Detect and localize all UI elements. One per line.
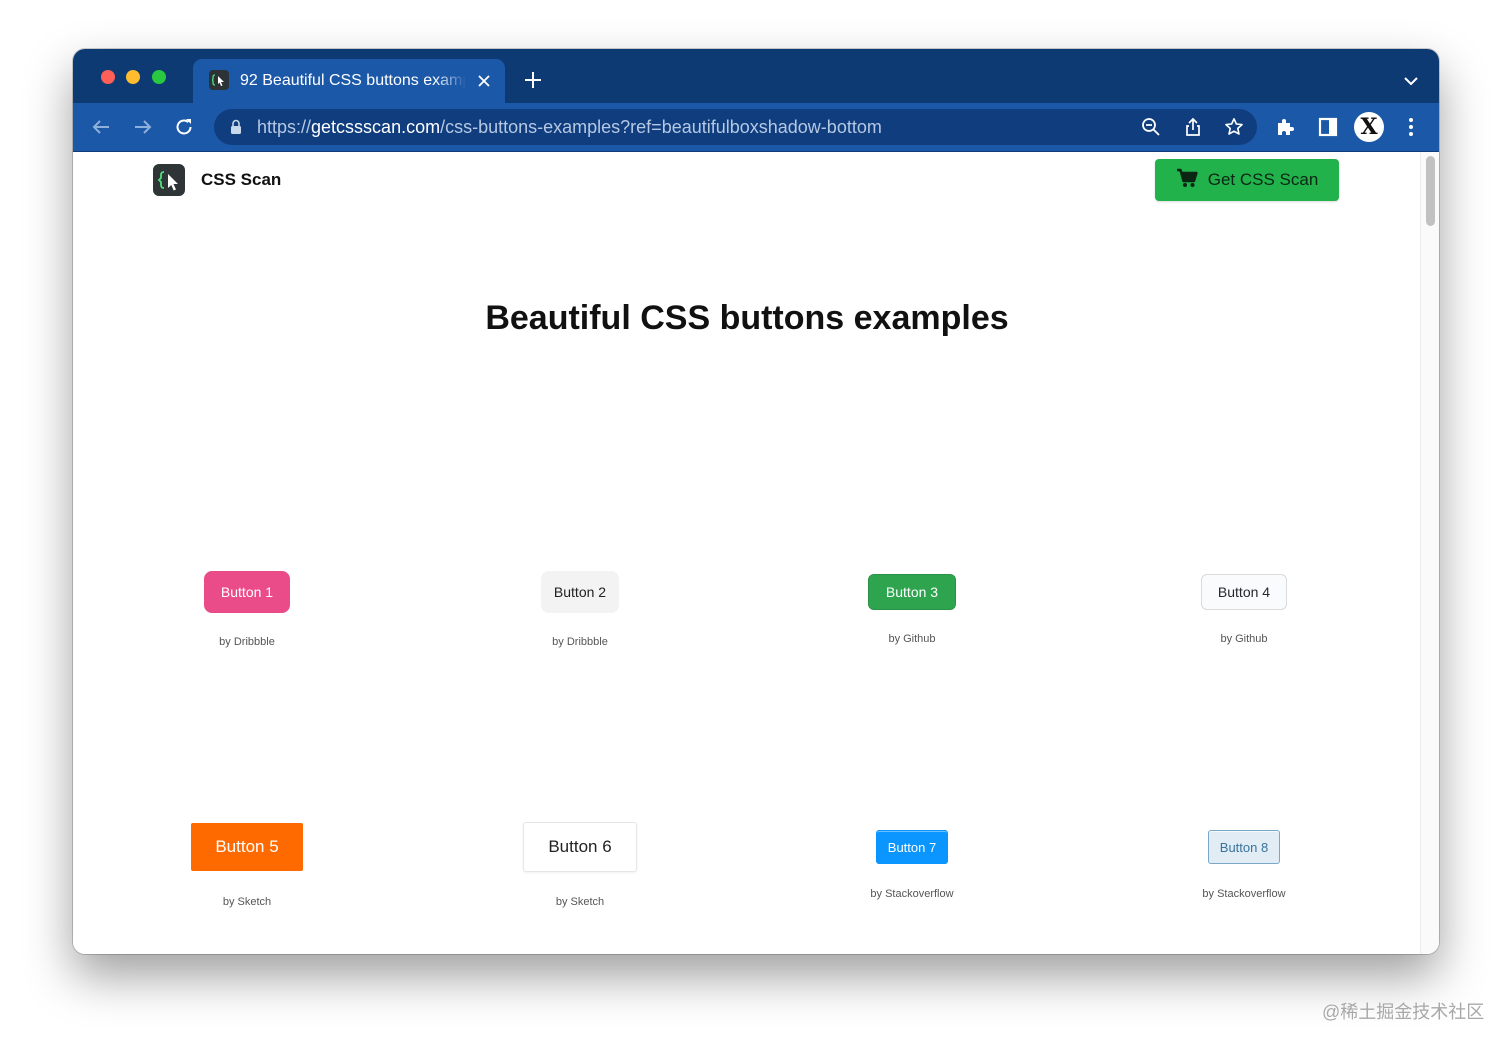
tab-close-icon[interactable]: [474, 71, 494, 91]
zoom-window-button[interactable]: [152, 70, 166, 84]
watermark-text: @稀土掘金技术社区: [1322, 1002, 1485, 1022]
forward-arrow-icon[interactable]: [131, 115, 155, 139]
profile-initial: X: [1360, 114, 1378, 140]
cta-label: Get CSS Scan: [1207, 170, 1319, 189]
bookmark-star-icon[interactable]: [1222, 115, 1246, 139]
share-icon[interactable]: [1181, 115, 1205, 139]
button-credit-8: by Stackoverflow: [1202, 888, 1286, 900]
css-scan-logo-icon[interactable]: [153, 164, 185, 196]
button-credit-7: by Stackoverflow: [870, 888, 954, 900]
example-button-8[interactable]: Button 8: [1207, 830, 1281, 864]
example-button-4[interactable]: Button 4: [1200, 574, 1288, 610]
lock-icon[interactable]: [230, 119, 244, 135]
example-button-6[interactable]: Button 6: [523, 822, 637, 872]
button-credit-1: by Dribbble: [219, 636, 275, 648]
example-button-1[interactable]: Button 1: [203, 571, 291, 613]
browser-tab[interactable]: 92 Beautiful CSS buttons examples: [193, 59, 505, 103]
browser-window: 92 Beautiful CSS buttons examples https:…: [73, 49, 1439, 954]
browser-toolbar: https://getcssscan.com/css-buttons-examp…: [73, 103, 1439, 152]
address-bar[interactable]: https://getcssscan.com/css-buttons-examp…: [214, 109, 1257, 145]
url-path: /css-buttons-examples?ref=beautifulboxsh…: [440, 117, 882, 137]
more-menu-icon[interactable]: [1399, 115, 1423, 139]
brand-name[interactable]: CSS Scan: [201, 170, 281, 190]
side-panel-icon[interactable]: [1316, 115, 1340, 139]
css-scan-favicon-icon: [209, 70, 229, 90]
url-scheme: https://: [257, 117, 312, 137]
scrollbar-thumb[interactable]: [1426, 156, 1435, 226]
reload-icon[interactable]: [172, 115, 196, 139]
button-credit-5: by Sketch: [222, 896, 272, 908]
back-arrow-icon[interactable]: [89, 115, 113, 139]
new-tab-icon[interactable]: [523, 70, 543, 90]
tab-title: 92 Beautiful CSS buttons examples: [240, 72, 466, 89]
scrollbar[interactable]: [1420, 152, 1439, 954]
zoom-magnifier-icon[interactable]: [1139, 115, 1163, 139]
page-title: Beautiful CSS buttons examples: [485, 299, 1009, 337]
shopping-cart-icon: [1176, 168, 1198, 193]
example-button-5[interactable]: Button 5: [191, 823, 303, 871]
extensions-puzzle-icon[interactable]: [1274, 115, 1298, 139]
close-window-button[interactable]: [101, 70, 115, 84]
get-css-scan-button[interactable]: Get CSS Scan: [1155, 159, 1339, 201]
button-credit-2: by Dribbble: [552, 636, 608, 648]
example-button-3[interactable]: Button 3: [867, 574, 957, 610]
button-credit-4: by Github: [1220, 633, 1268, 645]
url-host: getcssscan.com: [311, 117, 441, 137]
url-text[interactable]: https://getcssscan.com/css-buttons-examp…: [257, 117, 882, 137]
profile-avatar[interactable]: X: [1354, 112, 1384, 142]
tab-search-chevron-down-icon[interactable]: [1401, 73, 1421, 89]
example-button-7[interactable]: Button 7: [875, 830, 949, 864]
example-button-2[interactable]: Button 2: [540, 571, 620, 613]
title-bar: 92 Beautiful CSS buttons examples: [73, 49, 1439, 103]
page-viewport: CSS Scan Get CSS Scan Beautiful CSS butt…: [73, 152, 1439, 954]
minimize-window-button[interactable]: [126, 70, 140, 84]
button-credit-3: by Github: [888, 633, 936, 645]
button-credit-6: by Sketch: [555, 896, 605, 908]
